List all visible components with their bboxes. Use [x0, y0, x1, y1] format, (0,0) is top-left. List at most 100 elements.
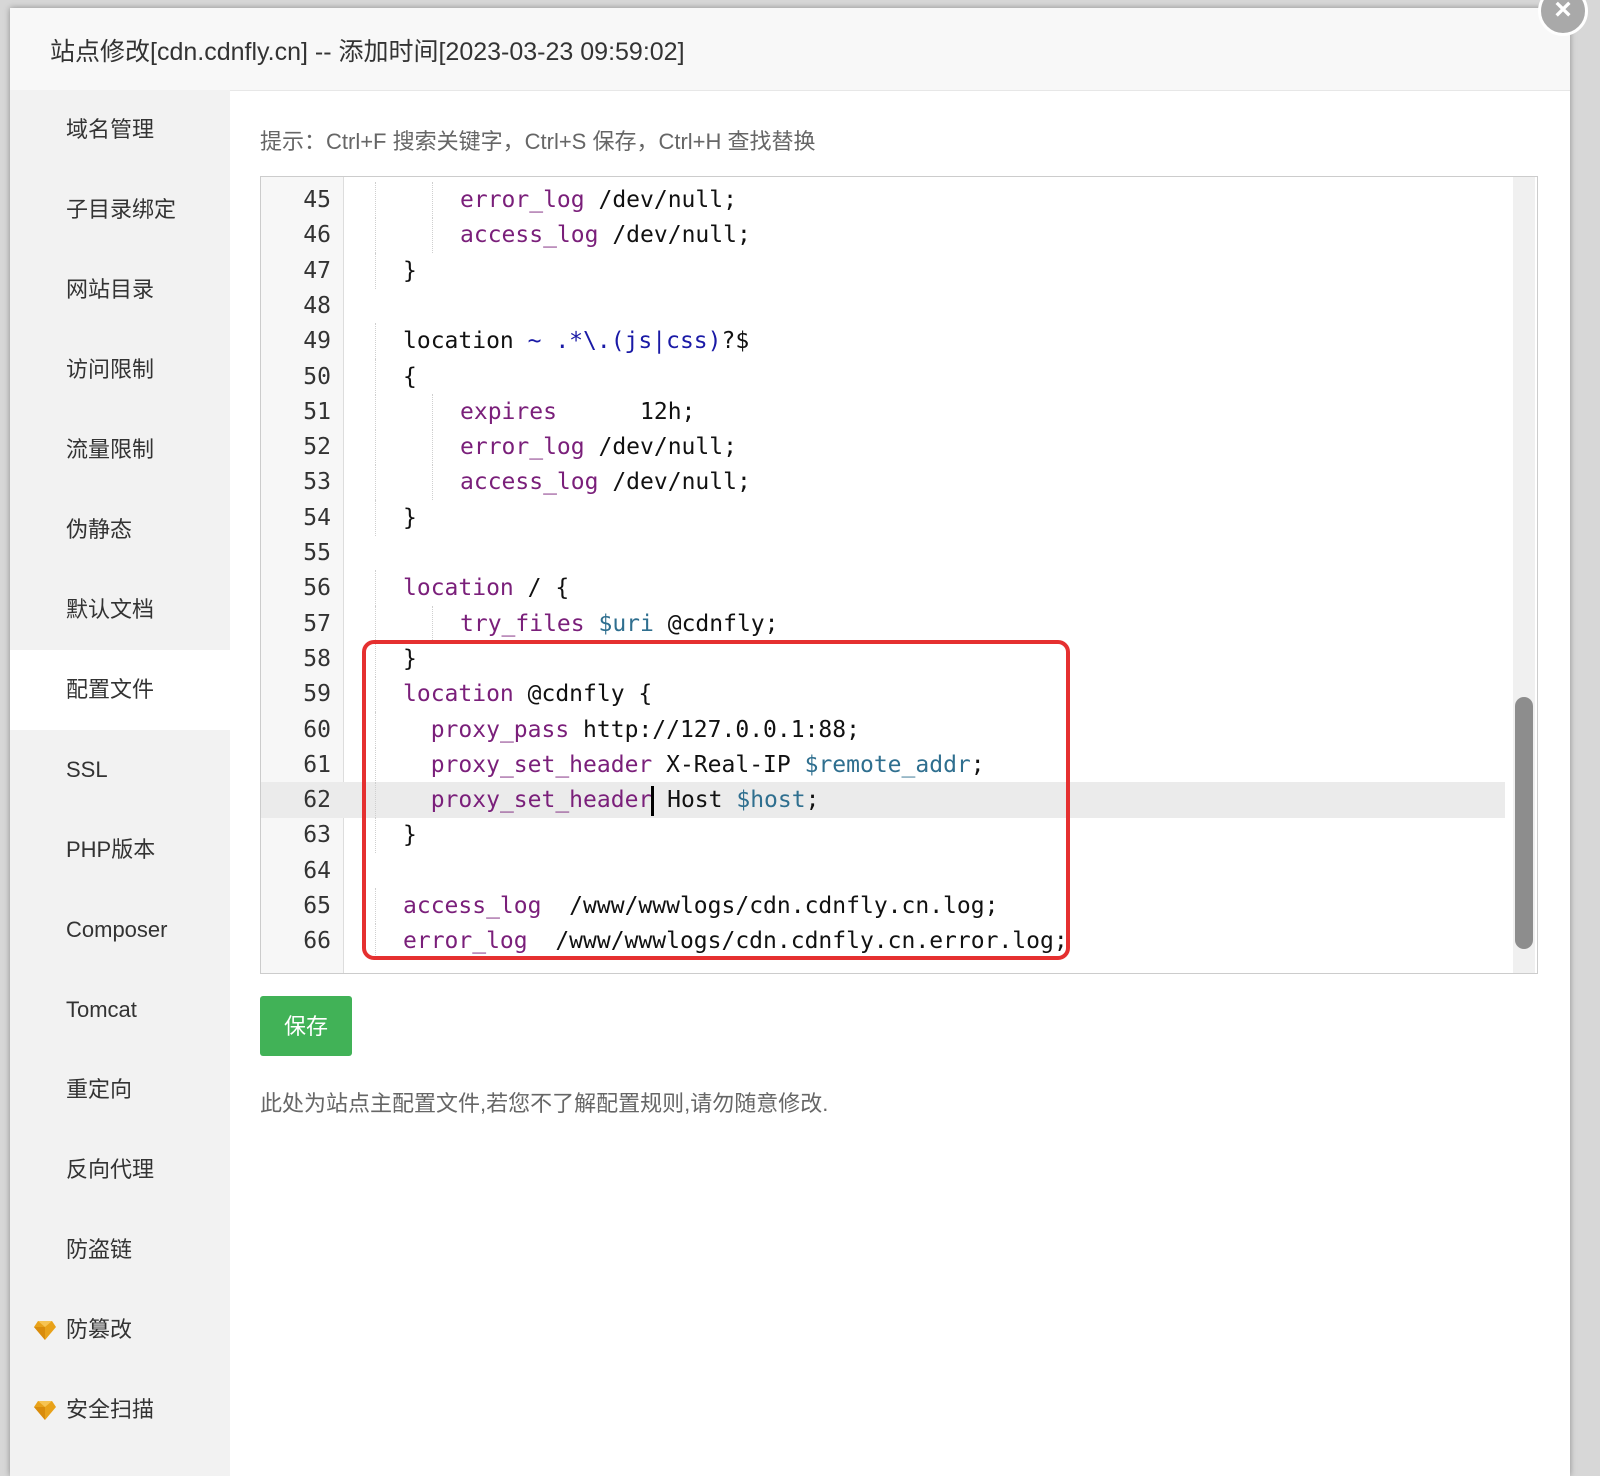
code-token: @cdnfly; [653, 610, 779, 637]
code-token: } [403, 822, 417, 849]
code-line[interactable]: 49 location ~ .*\.(js|css)?$ [261, 323, 1505, 360]
code-token: /www/wwwlogs/cdn.cdnfly.cn.log; [541, 893, 999, 919]
save-button[interactable]: 保存 [260, 996, 352, 1056]
code-editor[interactable]: 45 error_log /dev/null; 46 access_log /dev/… [260, 176, 1538, 974]
code-token: /dev/null; [584, 434, 737, 461]
code-line[interactable]: 54} [261, 499, 1505, 536]
indent-guide [375, 605, 376, 642]
code-keyword: proxy_pass [430, 716, 570, 743]
sidebar-item[interactable]: 重定向 [10, 1050, 230, 1130]
code-line[interactable]: 55 [261, 535, 1505, 571]
sidebar-item[interactable]: 访问限制 [10, 330, 230, 410]
line-number: 47 [303, 257, 331, 284]
code-keyword: expires [460, 398, 557, 425]
indent-guide [375, 182, 376, 218]
sidebar-item[interactable]: 安全扫描 [10, 1370, 230, 1450]
code-text: error_log /dev/null; [460, 182, 737, 218]
code-text: { [403, 359, 417, 395]
sidebar-item-label: 反向代理 [66, 1157, 155, 1182]
code-regex: ~ .*\.(js|css) [527, 328, 722, 355]
sidebar-item[interactable]: 子目录绑定 [10, 170, 230, 250]
code-line[interactable]: 64 [261, 853, 1505, 889]
indent-guide [375, 817, 376, 854]
sidebar-item[interactable]: SSL [10, 730, 230, 810]
sidebar-item[interactable]: 防盗链 [10, 1210, 230, 1290]
code-line[interactable]: 47} [261, 252, 1505, 289]
line-number: 62 [303, 787, 331, 814]
code-line[interactable]: 59 location @cdnfly { [261, 676, 1505, 713]
gem-icon [34, 1321, 56, 1340]
code-text: error_log /dev/null; [460, 429, 737, 465]
code-token: } [403, 645, 417, 672]
code-line[interactable]: 45 error_log /dev/null; [261, 182, 1505, 218]
sidebar-item[interactable]: 默认文档 [10, 570, 230, 650]
code-line[interactable]: 57 try_files $uri @cdnfly; [261, 605, 1505, 642]
indent-guide [375, 923, 376, 960]
sidebar-item[interactable]: 配置文件 [10, 650, 230, 730]
line-number: 45 [303, 187, 331, 213]
code-line[interactable]: 58} [261, 640, 1505, 677]
sidebar-item-label: Tomcat [66, 997, 137, 1022]
indent-guide [375, 746, 376, 783]
sidebar-item-label: Composer [66, 917, 168, 942]
indent-guide [432, 464, 433, 501]
code-line[interactable]: 51 expires 12h; [261, 393, 1505, 430]
sidebar-item[interactable]: Tomcat [10, 970, 230, 1050]
indent-guide [432, 217, 433, 254]
indent-guide [375, 499, 376, 536]
code-line[interactable]: 65 access_log /www/wwwlogs/cdn.cdnfly.cn.… [261, 888, 1505, 924]
line-number: 66 [303, 928, 331, 955]
indent-guide [375, 782, 376, 819]
code-keyword: error_log [460, 434, 585, 461]
line-number: 54 [303, 504, 331, 531]
code-text: location ~ .*\.(js|css)?$ [403, 323, 749, 359]
sidebar-item[interactable]: 伪静态 [10, 490, 230, 570]
sidebar-item-label: 安全扫描 [66, 1397, 155, 1422]
code-token: http://127.0.0.1:88; [569, 716, 860, 743]
sidebar-item-label: 伪静态 [66, 517, 133, 542]
code-text: proxy_pass http://127.0.0.1:88; [403, 712, 860, 748]
code-token: /dev/null; [584, 187, 737, 213]
code-keyword: try_files [460, 610, 585, 637]
line-number: 56 [303, 575, 331, 602]
line-number: 46 [303, 222, 331, 249]
indent-guide [432, 429, 433, 466]
line-number: 63 [303, 822, 331, 849]
code-token: ; [970, 751, 985, 778]
sidebar-item[interactable]: 网站目录 [10, 250, 230, 330]
config-file-panel: 提示：Ctrl+F 搜索关键字，Ctrl+S 保存，Ctrl+H 查找替换 45… [230, 90, 1570, 1476]
code-text: expires 12h; [460, 394, 695, 430]
code-token: ?$ [721, 328, 750, 355]
code-line[interactable]: 63} [261, 817, 1505, 854]
sidebar-item[interactable]: PHP版本 [10, 810, 230, 890]
site-edit-dialog: 站点修改[cdn.cdnfly.cn] -- 添加时间[2023-03-23 0… [10, 0, 1588, 1476]
code-token: } [403, 504, 417, 531]
code-line[interactable]: 53 access_log /dev/null; [261, 464, 1505, 501]
dialog-header: 站点修改[cdn.cdnfly.cn] -- 添加时间[2023-03-23 0… [10, 8, 1570, 91]
code-line[interactable]: 56 location / { [261, 570, 1505, 607]
code-token: } [403, 257, 417, 284]
code-text: } [403, 817, 417, 853]
line-number: 51 [303, 398, 331, 425]
code-line[interactable]: 46 access_log /dev/null; [261, 217, 1505, 254]
code-token: /dev/null; [598, 469, 751, 496]
sidebar-item[interactable]: 流量限制 [10, 410, 230, 490]
code-keyword: access_log [460, 469, 599, 496]
code-line[interactable]: 61 proxy_set_header X-Real-IP $remote_ad… [261, 746, 1505, 783]
code-line[interactable]: 62 proxy_set_header Host $host; [261, 782, 1505, 819]
editor-scrollbar-thumb[interactable] [1515, 697, 1533, 949]
shortcut-tip: 提示：Ctrl+F 搜索关键字，Ctrl+S 保存，Ctrl+H 查找替换 [260, 129, 816, 154]
code-line[interactable]: 60 proxy_pass http://127.0.0.1:88; [261, 711, 1505, 748]
line-number: 55 [303, 540, 331, 566]
code-line[interactable]: 48 [261, 288, 1505, 324]
code-line[interactable]: 52 error_log /dev/null; [261, 429, 1505, 466]
sidebar-item[interactable]: 域名管理 [10, 90, 230, 170]
code-text: access_log /www/wwwlogs/cdn.cdnfly.cn.lo… [403, 888, 998, 924]
code-line[interactable]: 50 { [261, 358, 1505, 395]
sidebar-item[interactable]: 防篡改 [10, 1290, 230, 1370]
sidebar-item[interactable]: 反向代理 [10, 1130, 230, 1210]
line-number: 58 [303, 645, 331, 672]
sidebar-item[interactable]: Composer [10, 890, 230, 970]
code-line[interactable]: 66 error_log /www/wwwlogs/cdn.cdnfly.cn.e… [261, 923, 1505, 960]
